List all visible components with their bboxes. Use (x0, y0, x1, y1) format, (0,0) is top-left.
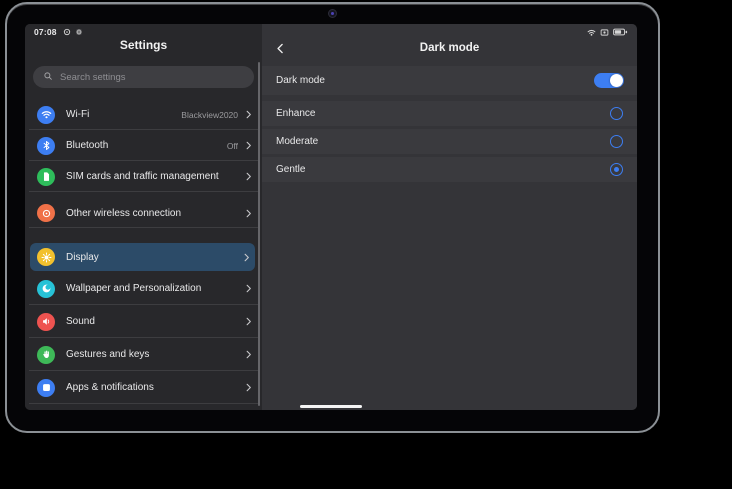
sidebar-item-sound[interactable]: Sound (25, 305, 262, 338)
search-icon (43, 68, 53, 86)
sidebar-item-label: SIM cards and traffic management (66, 171, 243, 182)
sidebar-item-label: Other wireless connection (66, 208, 243, 219)
wireless-icon (37, 204, 55, 222)
sidebar-item-label: Bluetooth (66, 140, 227, 151)
screen-record-icon (600, 28, 609, 37)
chevron-right-icon (241, 252, 252, 263)
camera-lens (331, 12, 334, 15)
option-label: Gentle (276, 164, 305, 175)
search-placeholder: Search settings (60, 72, 125, 83)
display-icon (37, 248, 55, 266)
chevron-right-icon (243, 208, 254, 219)
sidebar-item-apps[interactable]: Apps & notifications (25, 371, 262, 404)
option-gentle[interactable]: Gentle (262, 157, 637, 182)
sidebar-item-label: Display (66, 252, 241, 263)
sidebar-item-sim-cards[interactable]: SIM cards and traffic management (25, 161, 262, 192)
sidebar-item-value: Blackview2020 (181, 110, 238, 120)
status-bar-left: 07:08 (34, 27, 83, 37)
apps-icon (37, 379, 55, 397)
sidebar-item-bluetooth[interactable]: BluetoothOff (25, 130, 262, 161)
option-label: Enhance (276, 108, 315, 119)
dark-mode-options: Enhance Moderate Gentle (262, 101, 637, 185)
bluetooth-icon (37, 137, 55, 155)
chevron-right-icon (243, 382, 254, 393)
option-label: Moderate (276, 136, 318, 147)
sidebar-item-label: Wi-Fi (66, 109, 181, 120)
option-enhance[interactable]: Enhance (262, 101, 637, 126)
photo-background: 07:08 Settings Search settings Wi-FiBlac… (0, 0, 732, 489)
dark-mode-toggle-row[interactable]: Dark mode (262, 66, 637, 95)
settings-sidebar: Settings Search settings Wi-FiBlackview2… (25, 24, 262, 410)
wifi-status-icon (587, 28, 596, 37)
data-saver-icon (63, 28, 71, 36)
back-button[interactable] (274, 42, 287, 55)
dark-mode-label: Dark mode (276, 75, 325, 86)
status-time: 07:08 (34, 27, 57, 37)
sound-icon (37, 313, 55, 331)
page-title: Settings (25, 38, 262, 52)
battery-icon (613, 28, 628, 36)
status-bar: 07:08 (25, 24, 637, 40)
option-moderate[interactable]: Moderate (262, 129, 637, 154)
tablet-device: 07:08 Settings Search settings Wi-FiBlac… (5, 2, 660, 433)
sidebar-item-label: Apps & notifications (66, 382, 243, 393)
chevron-right-icon (243, 171, 254, 182)
sidebar-item-gestures[interactable]: Gestures and keys (25, 338, 262, 371)
settings-list: Wi-FiBlackview2020BluetoothOffSIM cards … (25, 99, 262, 404)
chevron-right-icon (243, 349, 254, 360)
radio-selected-icon[interactable] (610, 163, 623, 176)
sidebar-scrollbar[interactable] (258, 62, 260, 406)
sidebar-item-display[interactable]: Display (30, 243, 255, 271)
chevron-right-icon (243, 140, 254, 151)
home-indicator[interactable] (300, 405, 362, 408)
dark-mode-pane: Dark mode Dark mode EnhanceModerateGentl… (262, 24, 637, 410)
toggle-knob (610, 74, 623, 87)
radio-unselected-icon[interactable] (610, 135, 623, 148)
dark-mode-toggle[interactable] (594, 73, 624, 88)
sidebar-item-label: Sound (66, 316, 243, 327)
screen: 07:08 Settings Search settings Wi-FiBlac… (25, 24, 637, 410)
gestures-icon (37, 346, 55, 364)
settings-group: Display (25, 243, 262, 271)
radio-unselected-icon[interactable] (610, 107, 623, 120)
sidebar-item-wifi[interactable]: Wi-FiBlackview2020 (25, 99, 262, 130)
sidebar-item-other-wireless[interactable]: Other wireless connection (25, 198, 262, 228)
gear-icon (75, 28, 83, 36)
sidebar-item-label: Wallpaper and Personalization (66, 283, 243, 294)
sim-icon (37, 168, 55, 186)
sidebar-item-value: Off (227, 141, 238, 151)
chevron-right-icon (243, 283, 254, 294)
chevron-right-icon (243, 109, 254, 120)
status-bar-right (587, 28, 628, 37)
front-camera-icon (328, 9, 337, 18)
wallpaper-icon (37, 280, 55, 298)
search-input[interactable]: Search settings (33, 66, 254, 88)
wifi-icon (37, 106, 55, 124)
settings-group: Other wireless connection (25, 198, 262, 228)
settings-group: Wallpaper and Personalization Sound Gestur… (25, 272, 262, 404)
sidebar-item-wallpaper[interactable]: Wallpaper and Personalization (25, 272, 262, 305)
settings-group: Wi-FiBlackview2020BluetoothOffSIM cards … (25, 99, 262, 192)
sidebar-item-label: Gestures and keys (66, 349, 243, 360)
chevron-right-icon (243, 316, 254, 327)
